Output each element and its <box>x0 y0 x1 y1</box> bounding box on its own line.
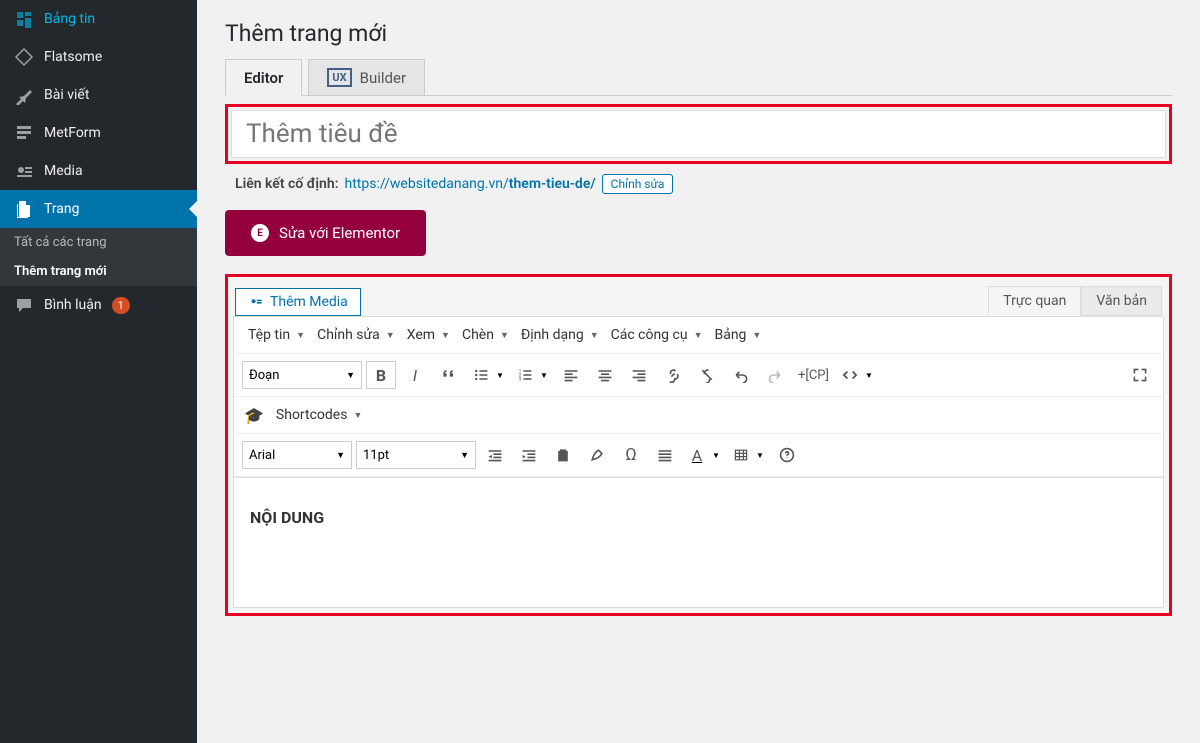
pin-icon <box>14 85 34 105</box>
unlink-button[interactable] <box>692 361 722 389</box>
editor-top-bar: Thêm Media Trực quan Văn bản <box>233 282 1164 316</box>
menu-view[interactable]: Xem <box>403 325 454 345</box>
menu-insert[interactable]: Chèn <box>458 325 513 345</box>
elementor-icon: E <box>251 224 269 242</box>
sidebar-item-posts[interactable]: Bài viết <box>0 76 197 114</box>
font-family-select[interactable]: Arial▼ <box>242 441 352 469</box>
sidebar-item-metform[interactable]: MetForm <box>0 114 197 152</box>
permalink-edit-button[interactable]: Chỉnh sửa <box>602 174 674 194</box>
form-icon <box>14 123 34 143</box>
media-icon <box>248 294 264 310</box>
sidebar-label: Media <box>44 163 83 179</box>
table-button[interactable]: ▼ <box>728 440 768 470</box>
page-title: Thêm trang mới <box>225 20 1172 47</box>
numbered-list-button[interactable]: 123▼ <box>512 360 552 390</box>
sidebar-item-flatsome[interactable]: Flatsome <box>0 38 197 76</box>
align-left-button[interactable] <box>556 361 586 389</box>
dashboard-icon <box>14 9 34 29</box>
tab-builder[interactable]: UX Builder <box>308 59 425 95</box>
bullet-list-button[interactable]: ▼ <box>468 360 508 390</box>
view-tabs: Trực quan Văn bản <box>988 286 1162 316</box>
comment-icon <box>14 295 34 315</box>
pages-icon <box>14 199 34 219</box>
menu-edit[interactable]: Chỉnh sửa <box>313 325 399 345</box>
redo-button[interactable] <box>760 361 790 389</box>
menu-format[interactable]: Định dạng <box>517 325 603 345</box>
paste-button[interactable] <box>548 441 578 469</box>
code-button[interactable]: ▼ <box>837 360 877 390</box>
editor-highlight: Thêm Media Trực quan Văn bản Tệp tin Chỉ… <box>225 274 1172 616</box>
toolbar-row-2: Arial▼ 11pt▼ Ω A▼ ▼ <box>234 434 1163 477</box>
add-media-label: Thêm Media <box>270 294 348 310</box>
bold-button[interactable]: B <box>366 361 396 389</box>
toolbar-row-1: Đoạn▼ B I ▼ 123▼ +[CP] ▼ <box>234 354 1163 397</box>
special-char-button[interactable]: Ω <box>616 441 646 469</box>
elementor-label: Sửa với Elementor <box>279 224 400 242</box>
help-button[interactable] <box>772 441 802 469</box>
editor-tabs: Editor UX Builder <box>225 59 1172 96</box>
elementor-button[interactable]: E Sửa với Elementor <box>225 210 426 256</box>
admin-sidebar: Bảng tin Flatsome Bài viết MetForm Media… <box>0 0 197 743</box>
sidebar-sub-add-page[interactable]: Thêm trang mới <box>0 257 197 286</box>
permalink-label: Liên kết cố định: <box>235 176 339 192</box>
align-right-button[interactable] <box>624 361 654 389</box>
sidebar-sub-label: Tất cả các trang <box>14 235 107 250</box>
sidebar-item-media[interactable]: Media <box>0 152 197 190</box>
title-highlight <box>225 104 1172 164</box>
shortcodes-menu[interactable]: Shortcodes <box>272 405 366 425</box>
title-input[interactable] <box>231 110 1166 158</box>
link-button[interactable] <box>658 361 688 389</box>
permalink-row: Liên kết cố định: https://websitedanang.… <box>235 174 1172 194</box>
undo-button[interactable] <box>726 361 756 389</box>
editor-menu-bar: Tệp tin Chỉnh sửa Xem Chèn Định dạng Các… <box>234 317 1163 354</box>
toolbar: Tệp tin Chỉnh sửa Xem Chèn Định dạng Các… <box>233 316 1164 608</box>
blockquote-button[interactable] <box>434 361 464 389</box>
tab-editor[interactable]: Editor <box>225 59 302 96</box>
sidebar-label: Flatsome <box>44 49 102 65</box>
sidebar-item-pages[interactable]: Trang <box>0 190 197 228</box>
menu-file[interactable]: Tệp tin <box>244 325 309 345</box>
view-tab-text[interactable]: Văn bản <box>1081 286 1162 316</box>
align-center-button[interactable] <box>590 361 620 389</box>
content-text: NỘI DUNG <box>250 508 324 527</box>
tab-label: Editor <box>244 69 283 87</box>
sidebar-label: Bình luận <box>44 297 102 313</box>
svg-text:3: 3 <box>519 377 522 383</box>
view-tab-visual[interactable]: Trực quan <box>988 286 1081 316</box>
sidebar-label: MetForm <box>44 125 101 141</box>
diamond-icon <box>14 47 34 67</box>
clear-format-button[interactable] <box>582 441 612 469</box>
tab-label: Builder <box>360 69 406 87</box>
editor-content-area[interactable]: NỘI DUNG <box>234 477 1163 607</box>
cp-button[interactable]: +[CP] <box>794 368 833 383</box>
main-content: Thêm trang mới Editor UX Builder Liên kế… <box>197 0 1200 743</box>
italic-button[interactable]: I <box>400 361 430 389</box>
comment-badge: 1 <box>112 297 130 314</box>
outdent-button[interactable] <box>480 441 510 469</box>
shortcodes-row: Shortcodes <box>234 397 1163 434</box>
sidebar-label: Trang <box>44 201 80 217</box>
text-color-button[interactable]: A▼ <box>684 440 724 470</box>
menu-table[interactable]: Bảng <box>710 325 765 345</box>
sidebar-label: Bài viết <box>44 87 89 103</box>
sidebar-sub-all-pages[interactable]: Tất cả các trang <box>0 228 197 257</box>
sidebar-item-dashboard[interactable]: Bảng tin <box>0 0 197 38</box>
font-size-select[interactable]: 11pt▼ <box>356 441 476 469</box>
graduation-cap-icon <box>244 406 264 425</box>
indent-button[interactable] <box>514 441 544 469</box>
fullscreen-button[interactable] <box>1125 361 1155 389</box>
justify-button[interactable] <box>650 441 680 469</box>
sidebar-item-comments[interactable]: Bình luận 1 <box>0 286 197 324</box>
add-media-button[interactable]: Thêm Media <box>235 288 361 316</box>
media-icon <box>14 161 34 181</box>
ux-icon: UX <box>327 68 351 87</box>
format-select[interactable]: Đoạn▼ <box>242 361 362 389</box>
sidebar-sub-label: Thêm trang mới <box>14 264 107 279</box>
permalink-url[interactable]: https://websitedanang.vn/them-tieu-de/ <box>345 176 596 192</box>
sidebar-label: Bảng tin <box>44 11 95 27</box>
menu-tools[interactable]: Các công cụ <box>607 325 707 345</box>
